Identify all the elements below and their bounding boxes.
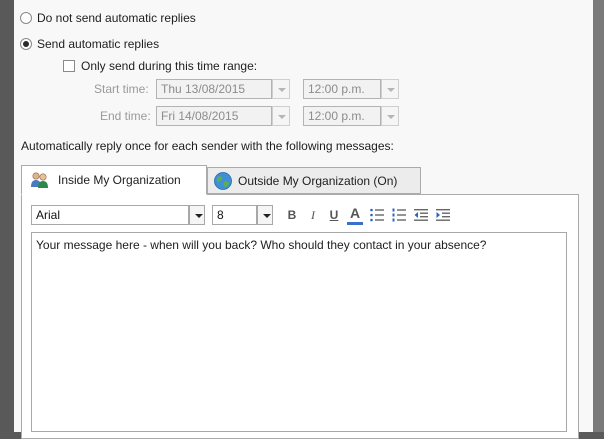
reply-heading: Automatically reply once for each sender… bbox=[21, 139, 394, 153]
font-color-button[interactable]: A bbox=[346, 204, 364, 222]
send-replies-label[interactable]: Send automatic replies bbox=[37, 37, 159, 51]
start-time-field[interactable]: 12:00 p.m. bbox=[303, 79, 381, 99]
start-time-dropdown[interactable] bbox=[381, 79, 399, 99]
send-replies-radio[interactable] bbox=[20, 38, 32, 50]
tab-outside-label: Outside My Organization (On) bbox=[238, 174, 398, 188]
end-time-label: End time: bbox=[100, 109, 151, 123]
bullets-icon[interactable] bbox=[369, 207, 385, 226]
numbering-icon[interactable] bbox=[391, 207, 407, 226]
font-color-bar bbox=[347, 222, 363, 225]
font-color-letter: A bbox=[349, 205, 361, 221]
bold-button[interactable]: B bbox=[283, 206, 301, 224]
time-range-checkbox[interactable] bbox=[63, 60, 75, 72]
message-text: Your message here - when will you back? … bbox=[36, 238, 487, 252]
font-size-select[interactable]: 8 bbox=[212, 205, 257, 225]
end-date-dropdown[interactable] bbox=[272, 106, 290, 126]
start-date-field[interactable]: Thu 13/08/2015 bbox=[156, 79, 272, 99]
tab-inside-label: Inside My Organization bbox=[58, 173, 181, 187]
no-replies-radio[interactable] bbox=[20, 12, 32, 24]
end-time-dropdown[interactable] bbox=[381, 106, 399, 126]
start-time-label: Start time: bbox=[94, 82, 149, 96]
window-frame-right bbox=[593, 0, 604, 432]
automatic-replies-panel: Do not send automatic replies Send autom… bbox=[14, 0, 593, 439]
font-size-dropdown[interactable] bbox=[257, 205, 273, 225]
no-replies-label[interactable]: Do not send automatic replies bbox=[37, 11, 196, 25]
people-icon bbox=[30, 171, 50, 189]
globe-icon bbox=[213, 171, 233, 191]
font-family-dropdown[interactable] bbox=[189, 205, 205, 225]
end-date-field[interactable]: Fri 14/08/2015 bbox=[156, 106, 272, 126]
start-date-dropdown[interactable] bbox=[272, 79, 290, 99]
window-frame-left bbox=[0, 0, 14, 432]
tab-outside-organization[interactable]: Outside My Organization (On) bbox=[207, 167, 421, 194]
font-family-select[interactable]: Arial bbox=[31, 205, 189, 225]
time-range-label[interactable]: Only send during this time range: bbox=[81, 59, 257, 73]
italic-button[interactable]: I bbox=[304, 206, 322, 224]
decrease-indent-icon[interactable] bbox=[413, 207, 429, 226]
message-editor[interactable]: Your message here - when will you back? … bbox=[31, 232, 567, 432]
underline-button[interactable]: U bbox=[325, 206, 343, 224]
tab-inside-organization[interactable]: Inside My Organization bbox=[21, 165, 207, 195]
end-time-field[interactable]: 12:00 p.m. bbox=[303, 106, 381, 126]
increase-indent-icon[interactable] bbox=[435, 207, 451, 226]
